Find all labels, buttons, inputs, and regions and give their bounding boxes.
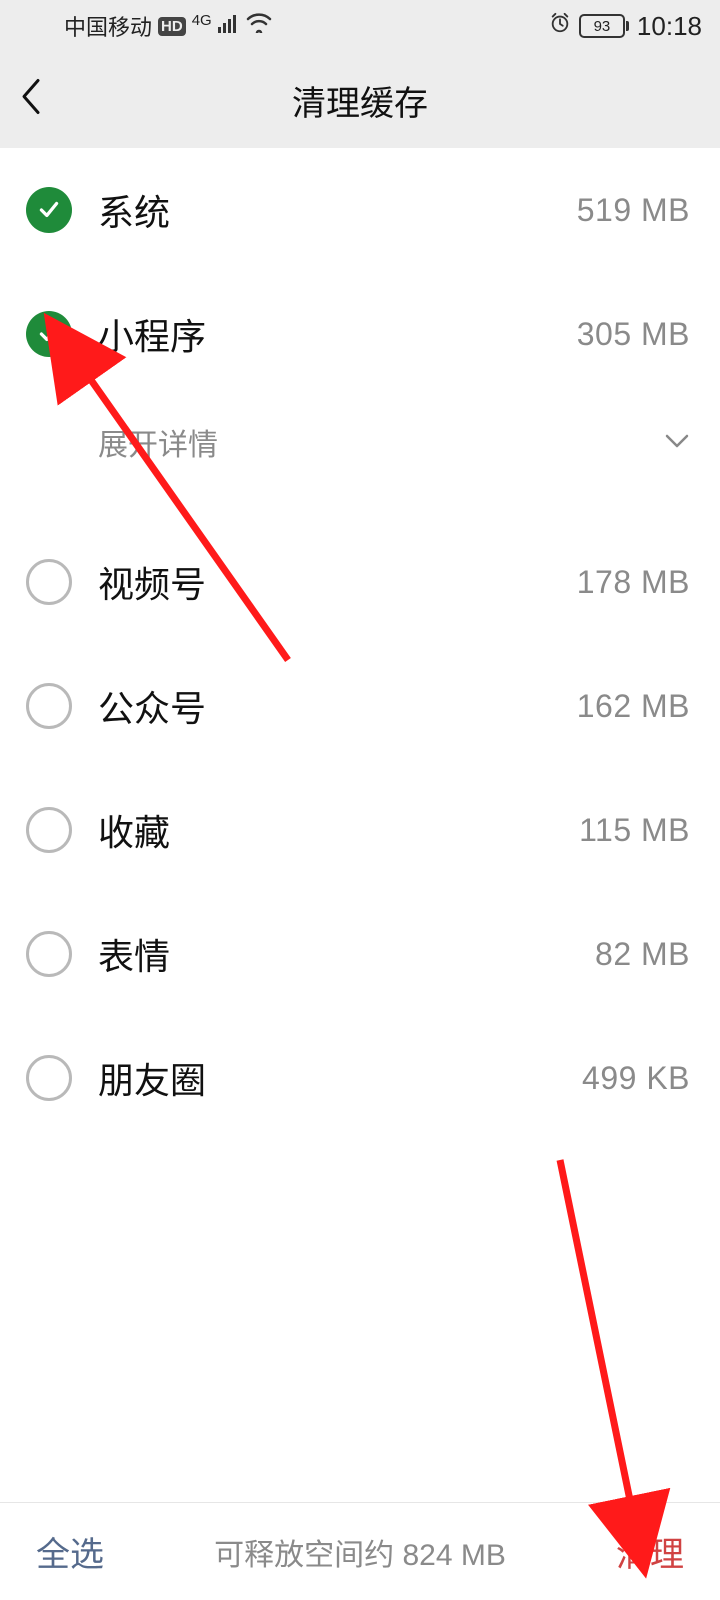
expand-label: 展开详情 — [98, 420, 218, 464]
cache-item-label: 视频号 — [98, 556, 206, 608]
status-left: 中国移动 HD 4G — [64, 10, 272, 42]
battery-level: 93 — [594, 18, 611, 35]
alarm-icon — [549, 12, 571, 40]
checkbox-unchecked-icon[interactable] — [26, 683, 72, 729]
status-right: 93 10:18 — [549, 11, 702, 42]
clock-time: 10:18 — [637, 11, 702, 42]
cache-item-system[interactable]: 系统 519 MB — [0, 148, 720, 272]
signal-icon — [218, 13, 240, 39]
checkbox-checked-icon[interactable] — [26, 187, 72, 233]
footer-bar: 全选 可释放空间约 824 MB 清理 — [0, 1502, 720, 1600]
cache-item-size: 178 MB — [577, 564, 690, 601]
cache-item-label: 公众号 — [98, 680, 206, 732]
cache-item-moments[interactable]: 朋友圈 499 KB — [0, 1016, 720, 1140]
clean-button[interactable]: 清理 — [616, 1527, 684, 1576]
checkbox-unchecked-icon[interactable] — [26, 931, 72, 977]
checkbox-unchecked-icon[interactable] — [26, 1055, 72, 1101]
cache-item-official[interactable]: 公众号 162 MB — [0, 644, 720, 768]
cache-item-label: 表情 — [98, 928, 170, 980]
cache-item-size: 499 KB — [582, 1060, 690, 1097]
expand-details-button[interactable]: 展开详情 — [0, 396, 720, 488]
nav-header: 清理缓存 — [0, 52, 720, 148]
cache-item-favorites[interactable]: 收藏 115 MB — [0, 768, 720, 892]
battery-icon: 93 — [579, 14, 629, 38]
cache-item-size: 519 MB — [577, 192, 690, 229]
free-space-text: 可释放空间约 824 MB — [214, 1530, 506, 1574]
checkbox-unchecked-icon[interactable] — [26, 807, 72, 853]
page-title: 清理缓存 — [292, 76, 428, 125]
cache-item-label: 收藏 — [98, 804, 170, 856]
carrier-label: 中国移动 — [64, 10, 152, 42]
select-all-button[interactable]: 全选 — [36, 1527, 104, 1576]
cache-list: 系统 519 MB 小程序 305 MB 展开详情 视频号 178 MB 公众号… — [0, 148, 720, 1140]
network-type: 4G — [192, 12, 212, 29]
cache-item-size: 82 MB — [595, 936, 690, 973]
cache-item-size: 305 MB — [577, 316, 690, 353]
cache-item-channels[interactable]: 视频号 178 MB — [0, 520, 720, 644]
cache-item-label: 朋友圈 — [98, 1052, 206, 1104]
chevron-down-icon — [664, 428, 690, 456]
status-bar: 中国移动 HD 4G 93 10:18 — [0, 0, 720, 52]
cache-item-label: 小程序 — [98, 308, 206, 360]
cache-item-stickers[interactable]: 表情 82 MB — [0, 892, 720, 1016]
checkbox-unchecked-icon[interactable] — [26, 559, 72, 605]
cache-item-label: 系统 — [98, 184, 170, 236]
checkbox-checked-icon[interactable] — [26, 311, 72, 357]
cache-item-miniprogram[interactable]: 小程序 305 MB — [0, 272, 720, 396]
back-button[interactable] — [18, 77, 42, 124]
cache-item-size: 115 MB — [579, 812, 690, 849]
cache-item-size: 162 MB — [577, 688, 690, 725]
wifi-icon — [246, 13, 272, 39]
hd-badge: HD — [158, 17, 186, 36]
